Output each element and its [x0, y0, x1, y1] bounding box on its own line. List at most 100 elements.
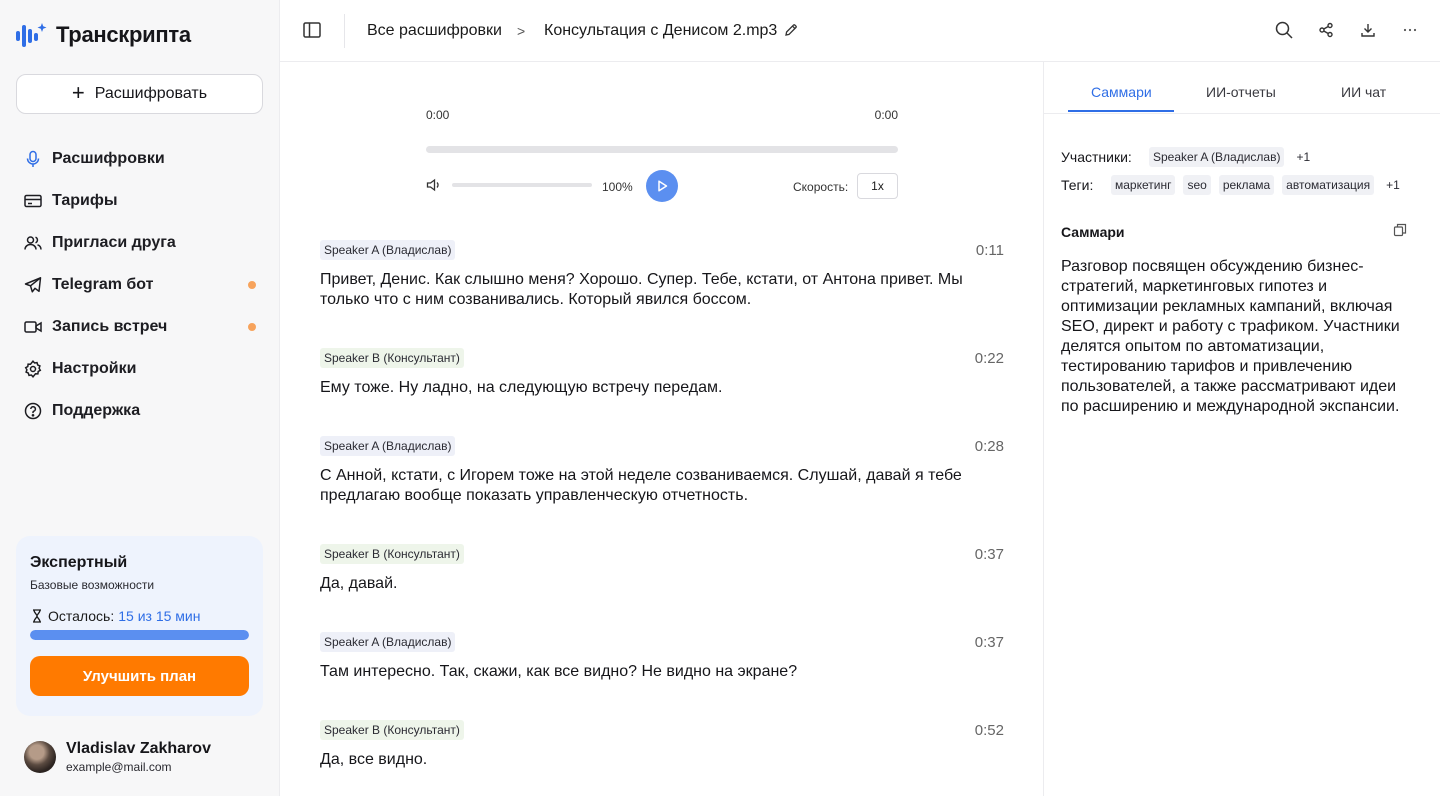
share-icon [1319, 22, 1333, 38]
current-time: 0:00 [426, 108, 450, 122]
sidebar-item-label: Настройки [52, 360, 137, 377]
tab-ai-reports[interactable]: ИИ-отчеты [1206, 84, 1276, 100]
sidebar-item-tariffs[interactable]: Тарифы [24, 180, 260, 222]
segment-time[interactable]: 0:37 [975, 546, 1004, 563]
divider [344, 14, 345, 48]
plan-subtitle: Базовые возможности [30, 578, 155, 592]
top-actions [1274, 20, 1420, 40]
minutes-progress-fill [30, 630, 249, 640]
volume-icon[interactable] [426, 178, 442, 192]
waveform-logo-icon [16, 23, 47, 47]
participants-label: Участники: [1061, 149, 1132, 165]
seek-bar[interactable] [426, 146, 898, 153]
sidebar-item-support[interactable]: Поддержка [24, 390, 260, 432]
transcript-segment: Speaker A (Владислав) 0:11 Привет, Денис… [320, 240, 1004, 310]
card-icon [24, 194, 42, 208]
participant-chip[interactable]: Speaker A (Владислав) [1149, 147, 1285, 167]
notification-dot [248, 281, 256, 289]
user-profile[interactable]: Vladislav Zakharov example@mail.com [24, 740, 211, 774]
segment-text: Ему тоже. Ну ладно, на следующую встречу… [320, 379, 723, 396]
active-tab-indicator [1068, 110, 1174, 112]
participants-more[interactable]: +1 [1296, 150, 1310, 164]
sidebar-item-label: Пригласи друга [52, 234, 176, 251]
segment-text: Да, давай. [320, 575, 398, 592]
speaker-tag[interactable]: Speaker B (Консультант) [320, 720, 464, 740]
pencil-icon[interactable] [784, 23, 798, 37]
minutes-left-label: Осталось: [48, 608, 115, 624]
sidebar-item-label: Запись встреч [52, 318, 168, 335]
upgrade-plan-button[interactable]: Улучшить план [30, 656, 249, 696]
transcript-segment: Speaker B (Консультант) 0:37 Да, давай. [320, 544, 1004, 594]
transcript-segment: Speaker A (Владислав) 0:37 Там интересно… [320, 632, 1004, 682]
segment-text: Да, все видно. [320, 751, 428, 768]
breadcrumb-root[interactable]: Все расшифровки [367, 22, 502, 40]
sidebar-toggle-icon[interactable] [302, 20, 322, 40]
tags-label: Теги: [1061, 177, 1094, 193]
speed-label: Скорость: [793, 180, 849, 194]
summary-text: Разговор посвящен обсуждению бизнес-стра… [1061, 258, 1400, 415]
tab-ai-chat[interactable]: ИИ чат [1341, 84, 1386, 100]
volume-percent: 100% [602, 180, 633, 194]
segment-time[interactable]: 0:52 [975, 722, 1004, 739]
total-time: 0:00 [874, 108, 898, 122]
copy-icon[interactable] [1393, 223, 1407, 237]
audio-player: 0:00 0:00 100% Скорость: 1x [426, 106, 898, 206]
segment-time[interactable]: 0:37 [975, 634, 1004, 651]
sidebar: Транскрипта + Расшифровать Расшифровки Т… [0, 0, 280, 796]
download-button[interactable] [1358, 20, 1378, 40]
tag-chip[interactable]: автоматизация [1282, 175, 1375, 195]
user-name: Vladislav Zakharov [66, 740, 211, 757]
logo[interactable]: Транскрипта [16, 22, 191, 48]
speaker-tag[interactable]: Speaker A (Владислав) [320, 632, 456, 652]
more-button[interactable] [1400, 20, 1420, 40]
tag-chip[interactable]: реклама [1218, 175, 1275, 195]
speed-select[interactable]: 1x [857, 173, 898, 199]
sidebar-item-telegram[interactable]: Telegram бот [24, 264, 260, 306]
app-name: Транскрипта [56, 22, 191, 47]
search-button[interactable] [1274, 20, 1294, 40]
segment-text: Привет, Денис. Как слышно меня? Хорошо. … [320, 271, 963, 308]
telegram-icon [24, 277, 42, 293]
tags-row: Теги: маркетинг seo реклама автоматизаци… [1061, 175, 1400, 195]
plan-card: Экспертный Базовые возможности Осталось:… [16, 536, 263, 716]
play-icon [658, 180, 668, 192]
speaker-tag[interactable]: Speaker B (Консультант) [320, 544, 464, 564]
tag-chip[interactable]: маркетинг [1111, 175, 1176, 195]
summary-title: Саммари [1061, 224, 1125, 240]
new-transcription-button[interactable]: + Расшифровать [16, 74, 263, 114]
segment-time[interactable]: 0:11 [976, 242, 1004, 259]
minutes-progress-bar [30, 630, 249, 640]
help-icon [24, 402, 42, 420]
play-button[interactable] [646, 170, 678, 202]
sidebar-item-invite[interactable]: Пригласи друга [24, 222, 260, 264]
segment-text: Там интересно. Так, скажи, как все видно… [320, 663, 798, 680]
segment-time[interactable]: 0:22 [975, 350, 1004, 367]
sidebar-item-settings[interactable]: Настройки [24, 348, 260, 390]
tags-more[interactable]: +1 [1386, 178, 1400, 192]
gear-icon [24, 360, 42, 378]
share-button[interactable] [1316, 20, 1336, 40]
file-name: Консультация с Денисом 2.mp3 [544, 22, 778, 39]
minutes-left: Осталось: 15 из 15 мин [30, 608, 249, 624]
speaker-tag[interactable]: Speaker B (Консультант) [320, 348, 464, 368]
user-email: example@mail.com [66, 760, 172, 774]
tab-summary[interactable]: Саммари [1091, 84, 1152, 100]
plus-icon: + [71, 80, 85, 105]
transcript-segment: Speaker B (Консультант) 0:52 Да, все вид… [320, 720, 1004, 770]
more-dots-icon [1403, 28, 1417, 32]
sidebar-item-transcriptions[interactable]: Расшифровки [24, 138, 260, 180]
sidebar-item-label: Тарифы [52, 192, 118, 209]
video-icon [24, 321, 42, 333]
sidebar-nav: Расшифровки Тарифы Пригласи друга Telegr… [24, 138, 260, 432]
speaker-tag[interactable]: Speaker A (Владислав) [320, 436, 456, 456]
sidebar-item-meetings[interactable]: Запись встреч [24, 306, 260, 348]
top-bar: Все расшифровки > Консультация с Денисом… [280, 0, 1440, 62]
sidebar-item-label: Расшифровки [52, 150, 165, 167]
segment-time[interactable]: 0:28 [975, 438, 1004, 455]
search-icon [1275, 21, 1293, 39]
tag-chip[interactable]: seo [1183, 175, 1211, 195]
transcript: Speaker A (Владислав) 0:11 Привет, Денис… [320, 240, 1004, 770]
speaker-tag[interactable]: Speaker A (Владислав) [320, 240, 456, 260]
volume-slider[interactable] [452, 183, 592, 187]
transcript-segment: Speaker A (Владислав) 0:28 С Анной, кста… [320, 436, 1004, 506]
